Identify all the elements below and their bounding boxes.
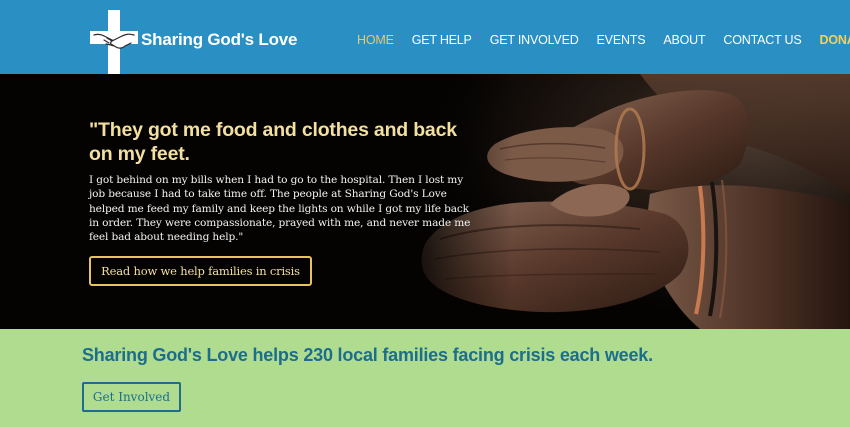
- impact-statement: Sharing God's Love helps 230 local famil…: [82, 345, 653, 365]
- nav-about[interactable]: ABOUT: [663, 33, 705, 47]
- nav-events[interactable]: EVENTS: [597, 33, 646, 47]
- impact-banner: Sharing God's Love helps 230 local famil…: [0, 329, 850, 427]
- hero-section: "They got me food and clothes and back o…: [0, 74, 850, 329]
- nav-contact-us[interactable]: CONTACT US: [723, 33, 801, 47]
- hero-quote: "They got me food and clothes and back o…: [89, 119, 457, 165]
- site-header: Sharing God's Love HOME GET HELP GET INV…: [0, 0, 850, 87]
- read-more-button[interactable]: Read how we help families in crisis: [89, 256, 312, 286]
- nav-donate[interactable]: DONATE: [820, 33, 850, 47]
- hero-testimonial: I got behind on my bills when I had to g…: [89, 174, 471, 244]
- get-involved-button[interactable]: Get Involved: [82, 382, 181, 412]
- nav-get-help[interactable]: GET HELP: [412, 33, 472, 47]
- nav-home[interactable]: HOME: [357, 33, 394, 47]
- main-nav: HOME GET HELP GET INVOLVED EVENTS ABOUT …: [357, 31, 850, 49]
- nav-get-involved[interactable]: GET INVOLVED: [490, 33, 579, 47]
- site-title: Sharing God's Love: [141, 30, 298, 49]
